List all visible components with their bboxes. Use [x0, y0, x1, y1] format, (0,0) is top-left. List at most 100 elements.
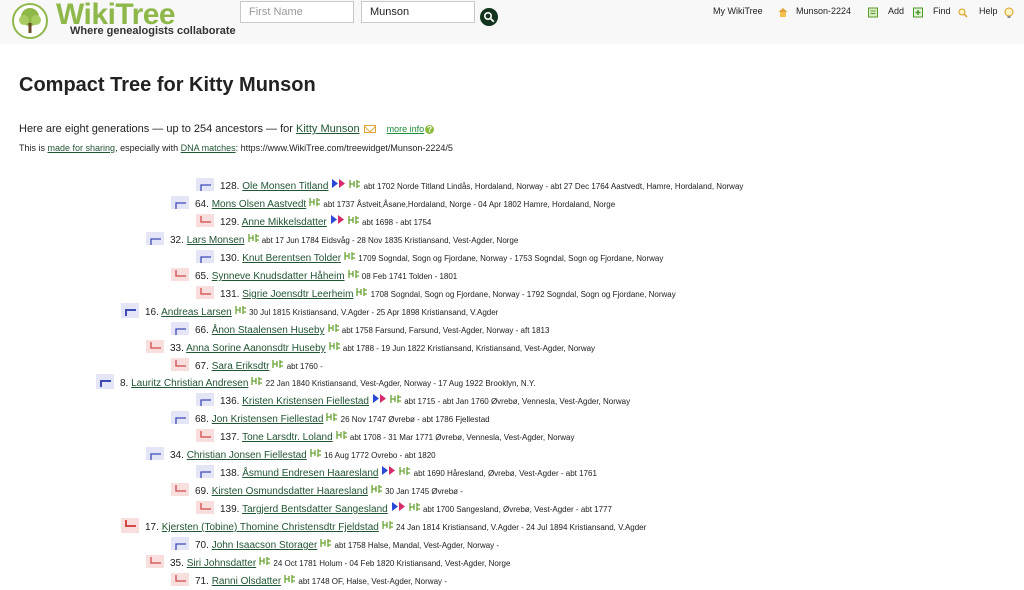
family-tree-icon[interactable]	[371, 484, 383, 494]
add-link[interactable]: Add	[888, 6, 904, 16]
help-link[interactable]: Help	[979, 6, 998, 16]
family-tree-icon[interactable]	[344, 251, 356, 261]
dna-test-icon[interactable]	[330, 215, 345, 225]
dna-test-icon[interactable]	[382, 466, 396, 476]
dna-test-icon[interactable]	[372, 394, 387, 404]
life-dates: 08 Feb 1741 Tolden - 1801	[359, 272, 458, 281]
made-for-sharing-link[interactable]: made for sharing	[48, 143, 116, 153]
envelope-icon[interactable]	[363, 125, 376, 134]
family-tree-icon[interactable]	[326, 412, 338, 422]
person-entry: 68. Jon Kristensen Fiellestad 26 Nov 174…	[195, 409, 490, 428]
person-link[interactable]: Åsmund Endresen Haaresland	[242, 468, 378, 479]
intro-prefix: Here are eight generations — up to 254 a…	[19, 123, 293, 135]
person-entry: 131. Sigrie Joensdtr Leerheim 1708 Sognd…	[220, 284, 676, 303]
site-header: WikiTree Where genealogists collaborate …	[0, 0, 1024, 44]
find-link[interactable]: Find	[933, 6, 951, 16]
person-link[interactable]: Synneve Knudsdatter Håheim	[212, 271, 345, 282]
person-link[interactable]: Mons Olsen Aastvedt	[212, 199, 307, 210]
family-tree-icon[interactable]	[320, 538, 332, 548]
family-tree-icon[interactable]	[251, 376, 263, 386]
wikitree-logo[interactable]: WikiTree Where genealogists collaborate	[8, 0, 236, 41]
dna-matches-link[interactable]: DNA matches	[181, 143, 236, 153]
ancestor-number: 34.	[170, 450, 187, 461]
family-tree-icon[interactable]	[259, 556, 271, 566]
person-link[interactable]: Tone Larsdtr. Loland	[242, 432, 333, 443]
family-tree-icon[interactable]	[336, 430, 348, 440]
father-connector-icon	[171, 411, 189, 424]
person-link[interactable]: Targjerd Bentsdatter Sangesland	[242, 504, 388, 515]
father-connector-icon	[171, 537, 189, 550]
search-button[interactable]	[480, 8, 498, 26]
person-entry: 137. Tone Larsdtr. Loland abt 1708 - 31 …	[220, 427, 574, 446]
add-icon	[913, 7, 923, 18]
profile-id-link[interactable]: Munson-2224	[796, 6, 851, 16]
person-entry: 17. Kjersten (Tobine) Thomine Christensd…	[145, 517, 646, 536]
person-entry: 64. Mons Olsen Aastvedt abt 1737 Åstveit…	[195, 194, 615, 213]
family-tree-icon[interactable]	[390, 394, 402, 404]
person-link[interactable]: Ånon Staalensen Huseby	[212, 325, 325, 336]
family-tree-icon[interactable]	[349, 179, 361, 189]
question-icon[interactable]: ?	[425, 124, 435, 134]
mother-connector-icon	[171, 483, 189, 496]
family-tree-icon[interactable]	[382, 520, 394, 530]
person-link[interactable]: Sigrie Joensdtr Leerheim	[242, 289, 353, 300]
person-link[interactable]: Lars Monsen	[187, 235, 245, 246]
family-tree-icon[interactable]	[348, 215, 360, 225]
dna-test-icon[interactable]	[391, 502, 406, 512]
first-name-input[interactable]	[240, 1, 354, 23]
life-dates: 26 Nov 1747 Øvrebø - abt 1786 Fjellestad	[338, 415, 490, 424]
family-tree-icon[interactable]	[310, 448, 322, 458]
life-dates: 1709 Sogndal, Sogn og Fjordane, Norway -…	[356, 254, 664, 263]
family-tree-icon[interactable]	[329, 341, 341, 351]
dna-test-icon[interactable]	[332, 179, 346, 189]
person-link[interactable]: Ole Monsen Titland	[242, 181, 328, 192]
person-link[interactable]: Andreas Larsen	[161, 307, 232, 318]
family-tree-icon[interactable]	[399, 466, 411, 476]
person-entry: 70. John Isaacson Storager abt 1758 Hals…	[195, 535, 499, 554]
life-dates: abt 1715 - abt Jan 1760 Øvrebø, Vennesla…	[401, 397, 631, 406]
family-tree-icon[interactable]	[309, 197, 321, 207]
life-dates: abt 1708 - 31 Mar 1771 Øvrebø, Vennesla,…	[347, 433, 575, 442]
my-wikitree-link[interactable]: My WikiTree	[713, 6, 763, 16]
family-tree-icon[interactable]	[247, 233, 260, 243]
person-link[interactable]: Jon Kristensen Fiellestad	[212, 414, 324, 425]
family-tree-icon[interactable]	[327, 323, 340, 333]
person-entry: 34. Christian Jonsen Fiellestad 16 Aug 1…	[170, 445, 436, 464]
more-info-link[interactable]: more info	[387, 124, 425, 134]
person-link[interactable]: Kristen Kristensen Fiellestad	[242, 396, 369, 407]
find-icon	[958, 8, 968, 18]
ancestor-number: 139.	[220, 504, 243, 515]
mother-connector-icon	[121, 518, 139, 533]
family-tree-icon[interactable]	[409, 502, 421, 512]
person-link[interactable]: Sara Eriksdtr	[212, 361, 270, 372]
ancestor-number: 130.	[220, 253, 243, 264]
mother-connector-icon	[146, 340, 164, 353]
life-dates: abt 1758 Halse, Mandal, Vest-Agder, Norw…	[332, 541, 500, 550]
last-name-input[interactable]	[361, 1, 475, 23]
share-text: This is made for sharing, especially wit…	[19, 143, 453, 153]
ancestor-number: 128.	[220, 181, 243, 192]
family-tree-icon[interactable]	[272, 359, 284, 369]
person-link[interactable]: John Isaacson Storager	[212, 540, 318, 551]
mother-connector-icon	[196, 429, 214, 442]
person-link[interactable]: Christian Jonsen Fiellestad	[187, 450, 307, 461]
page-title: Compact Tree for Kitty Munson	[19, 74, 316, 96]
father-connector-icon	[196, 178, 214, 191]
family-tree-icon[interactable]	[356, 287, 368, 297]
person-link[interactable]: Anne Mikkelsdatter	[242, 217, 327, 228]
person-link[interactable]: Anna Sorine Aanonsdtr Huseby	[186, 343, 326, 354]
family-tree-icon[interactable]	[347, 269, 360, 279]
father-connector-icon	[196, 250, 214, 263]
family-tree-icon[interactable]	[284, 574, 296, 584]
family-tree-icon[interactable]	[235, 305, 247, 315]
person-link[interactable]: Siri Johnsdatter	[187, 558, 256, 569]
life-dates: abt 1748 OF, Halse, Vest-Agder, Norway -	[296, 577, 447, 586]
person-link[interactable]: Kirsten Osmundsdatter Haaresland	[212, 486, 368, 497]
person-link[interactable]: Knut Berentsen Tolder	[242, 253, 341, 264]
person-link[interactable]: Kjersten (Tobine) Thomine Christensdtr F…	[162, 522, 379, 533]
intro-person-link[interactable]: Kitty Munson	[296, 123, 360, 135]
ancestor-number: 137.	[220, 432, 243, 443]
person-link[interactable]: Ranni Olsdatter	[212, 576, 281, 587]
person-link[interactable]: Lauritz Christian Andresen	[131, 378, 248, 389]
person-entry: 128. Ole Monsen Titland abt 1702 Norde T…	[220, 176, 743, 195]
